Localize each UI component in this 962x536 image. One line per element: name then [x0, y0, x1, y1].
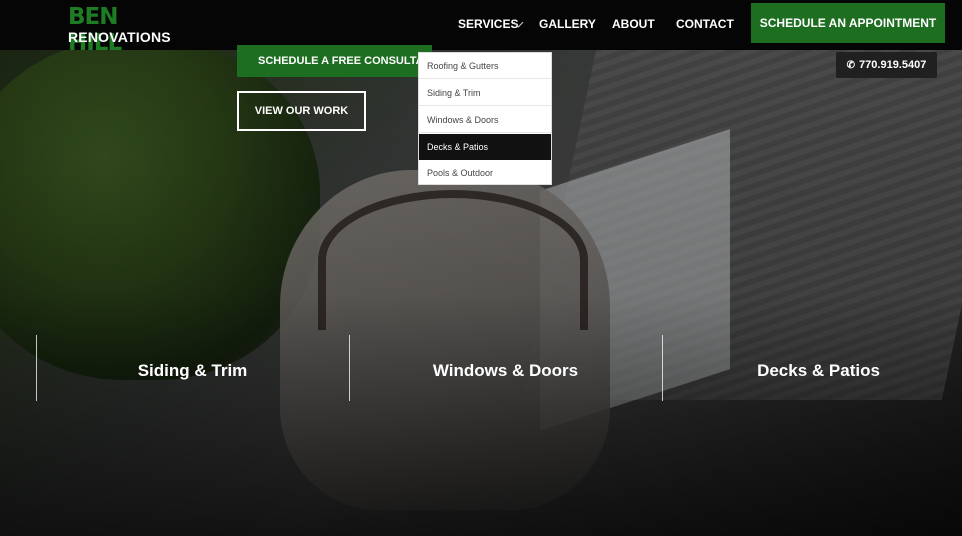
menu-item-siding-trim[interactable]: Siding & Trim	[419, 80, 551, 106]
menu-item-windows-doors[interactable]: Windows & Doors	[419, 107, 551, 133]
nav-about[interactable]: ABOUT	[612, 17, 655, 31]
nav-contact[interactable]: CONTACT	[676, 17, 734, 31]
schedule-appointment-button[interactable]: SCHEDULE AN APPOINTMENT	[751, 3, 945, 43]
phone-button[interactable]: ✆ 770.919.5407	[836, 52, 937, 78]
service-panel-windows-doors[interactable]: Windows & Doors	[349, 361, 662, 381]
logo-wordmark-bottom: RENOVATIONS	[68, 29, 171, 45]
nav-services[interactable]: SERVICES	[458, 17, 518, 31]
phone-number: 770.919.5407	[859, 59, 927, 71]
site-header: BEN HILL RENOVATIONS SERVICES GALLERY AB…	[0, 0, 962, 56]
menu-item-roofing-gutters[interactable]: Roofing & Gutters	[419, 53, 551, 79]
nav-gallery[interactable]: GALLERY	[539, 17, 596, 31]
site-logo[interactable]: BEN HILL RENOVATIONS	[68, 4, 171, 56]
menu-item-decks-patios[interactable]: Decks & Patios	[419, 134, 551, 160]
service-panel-siding-trim[interactable]: Siding & Trim	[36, 361, 349, 381]
schedule-consultation-button[interactable]: SCHEDULE A FREE CONSULTATI	[237, 45, 432, 77]
services-dropdown: Roofing & Gutters Siding & Trim Windows …	[418, 52, 552, 185]
view-our-work-button[interactable]: VIEW OUR WORK	[237, 91, 366, 131]
menu-item-pools-outdoor[interactable]: Pools & Outdoor	[419, 160, 551, 186]
phone-icon: ✆	[846, 59, 856, 71]
service-panel-decks-patios[interactable]: Decks & Patios	[662, 361, 962, 381]
